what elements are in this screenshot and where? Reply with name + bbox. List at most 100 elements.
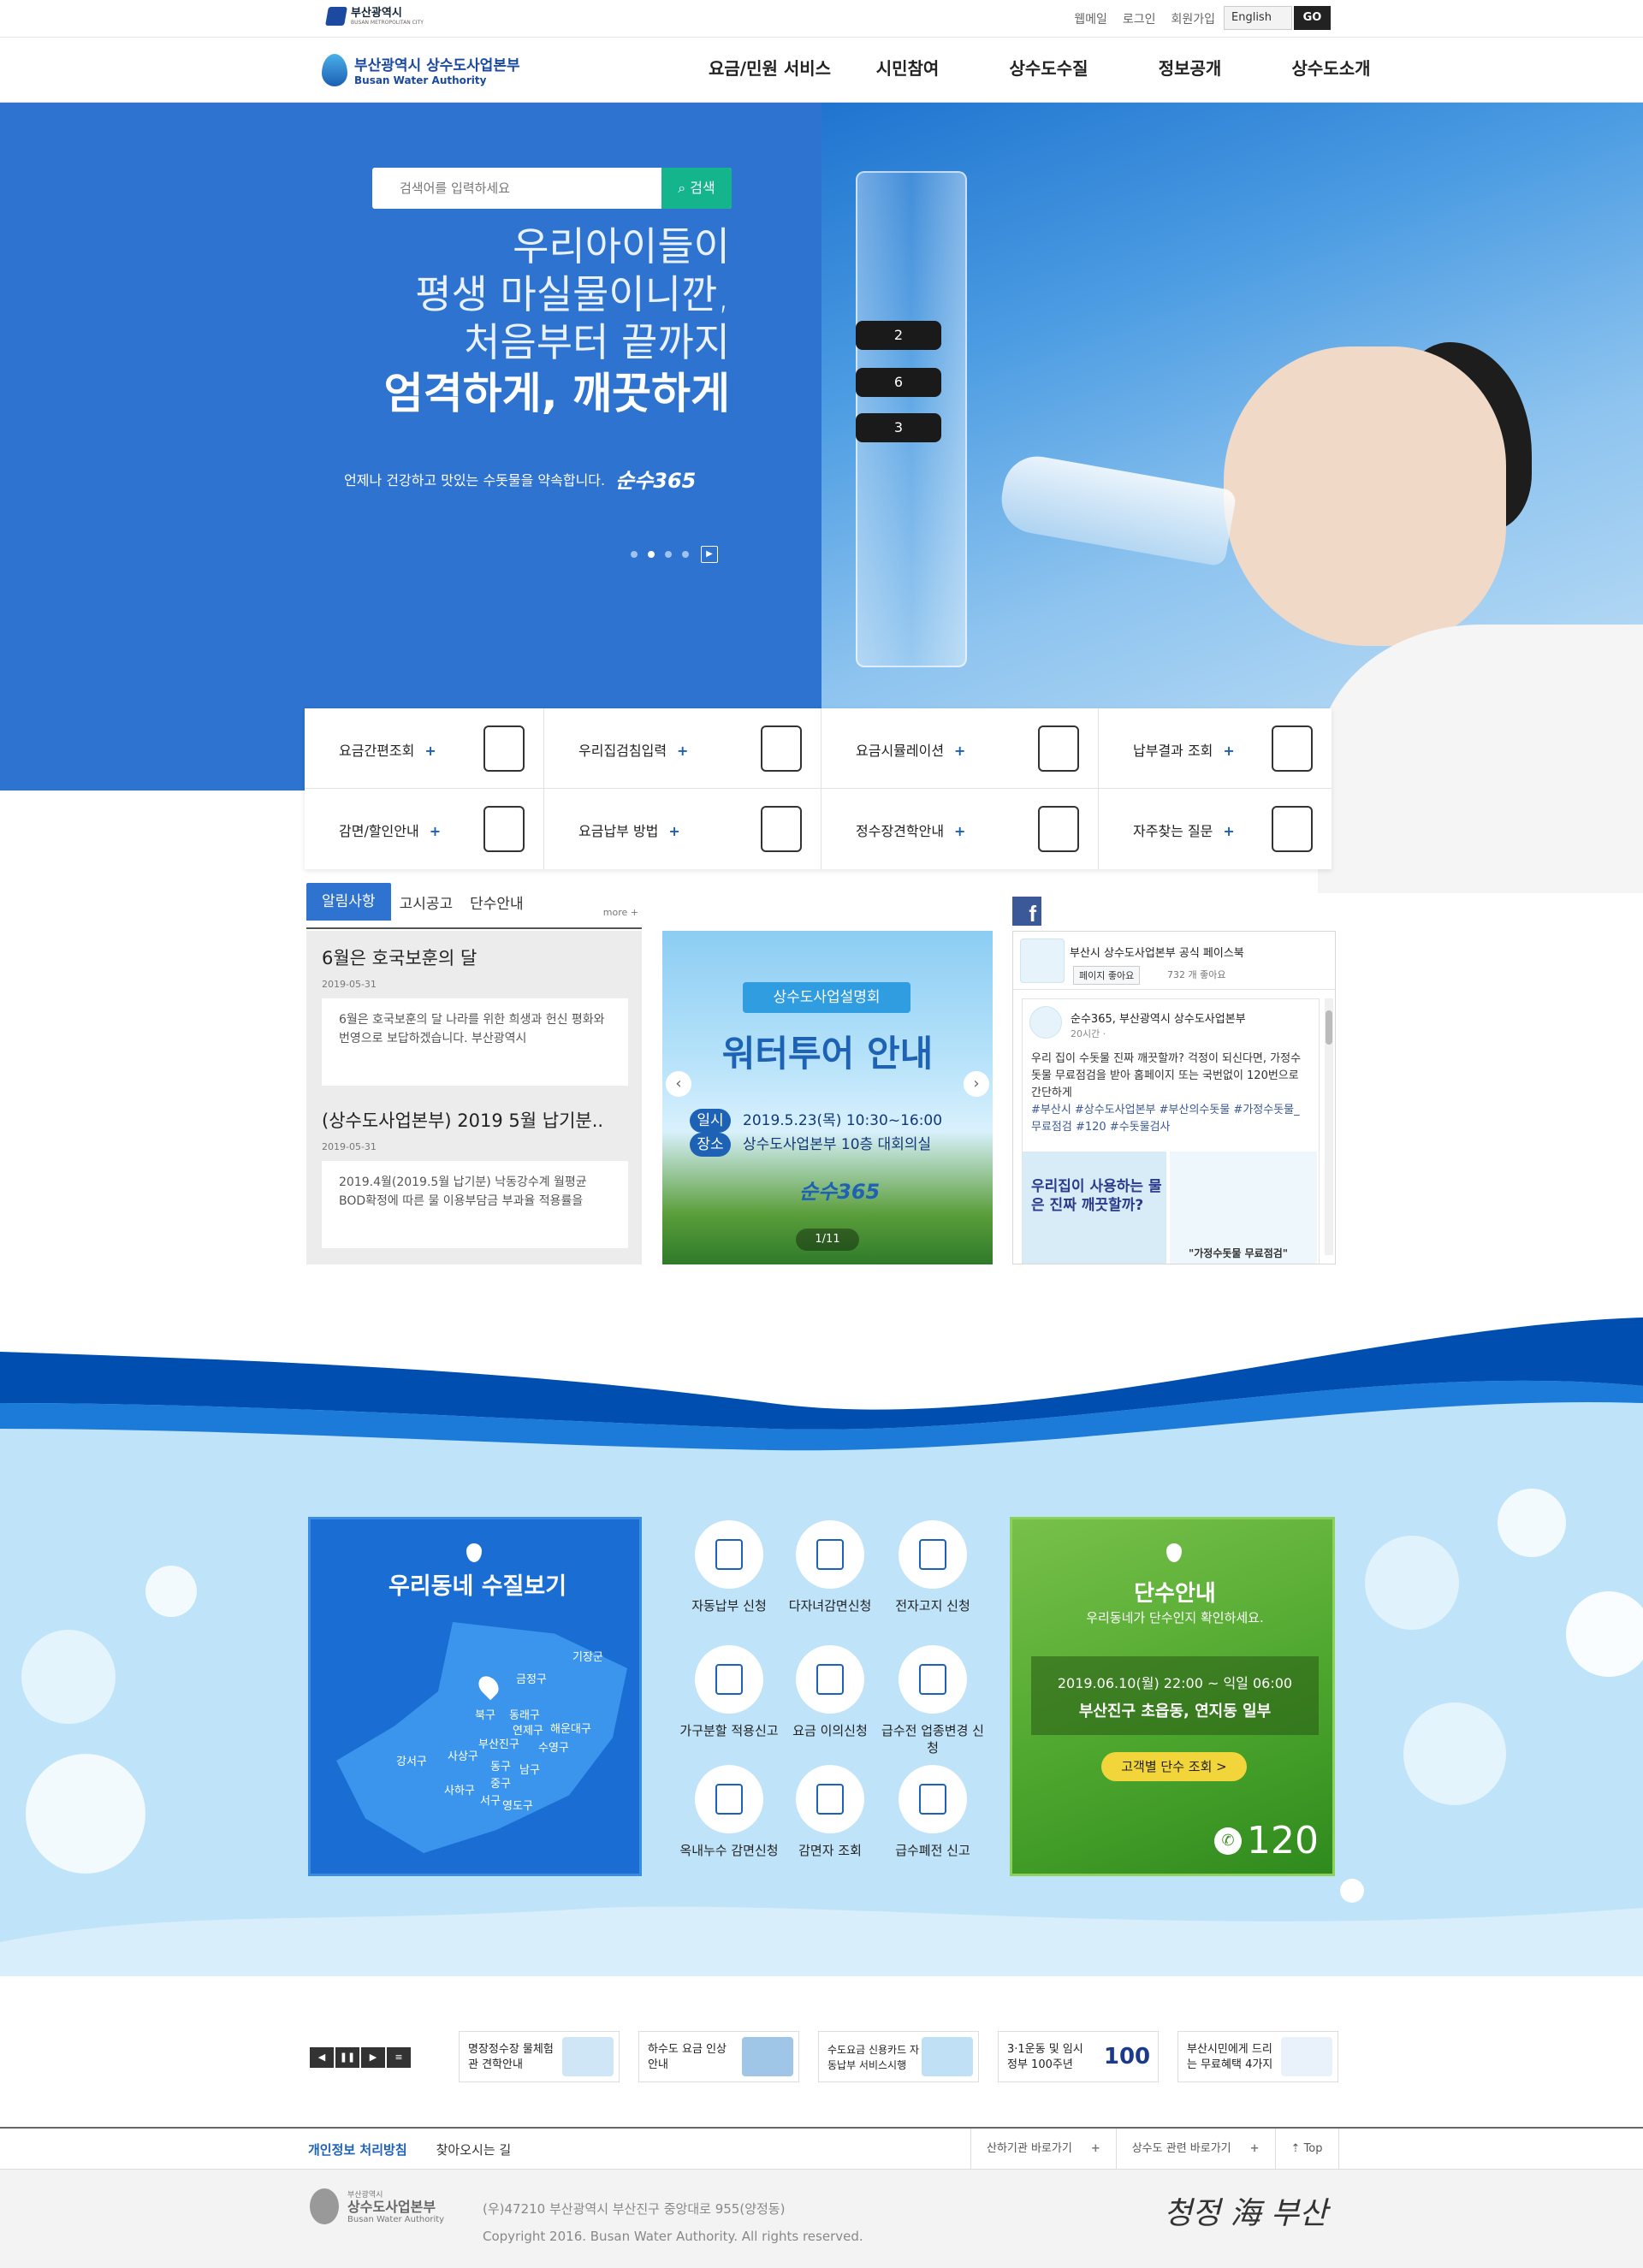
district-label[interactable]: 사하구 [444, 1781, 475, 1797]
water-drop-icon [466, 1543, 482, 1562]
related-banner[interactable]: 하수도 요금 인상 안내 [638, 2031, 799, 2082]
webmail-link[interactable]: 웹메일 [1074, 10, 1107, 27]
service-e-bill[interactable]: 전자고지 신청 [881, 1520, 984, 1614]
slide-dot-1[interactable] [631, 551, 638, 558]
service-household-split[interactable]: 가구분할 적용신고 [678, 1645, 780, 1739]
district-label[interactable]: 중구 [490, 1774, 511, 1791]
search-button[interactable]: ⌕ 검색 [661, 168, 732, 209]
outage-phone[interactable]: 120 [1247, 1819, 1319, 1862]
slide-dot-4[interactable] [682, 551, 689, 558]
slide-next-icon[interactable]: ▶ [701, 546, 718, 563]
quick-payment-result[interactable]: 납부결과 조회 + [1099, 708, 1332, 789]
service-closure[interactable]: 급수폐전 신고 [881, 1765, 984, 1859]
nav-information[interactable]: 정보공개 [1119, 55, 1260, 80]
quick-fee-inquiry[interactable]: 요금간편조회 + [305, 708, 544, 789]
service-leak-discount[interactable]: 옥내누수 감면신청 [678, 1765, 780, 1859]
district-label[interactable]: 영도구 [502, 1797, 533, 1813]
slide-dot-2[interactable] [648, 551, 655, 558]
notice-more-link[interactable]: more + [603, 907, 638, 918]
outage-lookup-button[interactable]: 고객별 단수 조회 > [1101, 1752, 1247, 1781]
district-label[interactable]: 수영구 [538, 1738, 569, 1755]
quick-plant-tour[interactable]: 정수장견학안내 + [822, 789, 1099, 869]
signup-link[interactable]: 회원가입 [1171, 10, 1215, 27]
district-label[interactable]: 강서구 [396, 1752, 427, 1768]
district-label[interactable]: 해운대구 [550, 1720, 591, 1736]
fb-post-tags[interactable]: #부산시 #상수도사업본부 #부산의수돗물 #가정수돗물_무료점검 #120 #… [1031, 1104, 1300, 1134]
notice-title[interactable]: (상수도사업본부) 2019 5월 납기분.. [322, 1107, 630, 1133]
quick-payment-method[interactable]: 요금납부 방법 + [544, 789, 822, 869]
district-label[interactable]: 동래구 [509, 1706, 540, 1722]
directions-link[interactable]: 찾아오시는 길 [436, 2141, 512, 2158]
district-label[interactable]: 북구 [475, 1706, 495, 1722]
district-label[interactable]: 금정구 [516, 1670, 547, 1686]
notice-item[interactable]: 6월은 호국보훈의 달 2019-05-31 6월은 호국보훈의 달 나라를 위… [322, 945, 630, 1086]
related-next-icon[interactable]: ▶ [361, 2047, 385, 2068]
event-banner[interactable]: 상수도사업설명회 워터투어 안내 일시 2019.5.23(목) 10:30~16… [662, 931, 993, 1264]
facebook-icon[interactable]: f [1012, 897, 1041, 927]
related-banner[interactable]: 수도요금 신용카드 자동납부 서비스시행 [818, 2031, 979, 2082]
site-logo[interactable]: 부산광역시 상수도사업본부 Busan Water Authority [322, 53, 520, 86]
related-banner[interactable]: 3·1운동 및 임시정부 100주년 100 [998, 2031, 1159, 2082]
water-related-dropdown[interactable]: 상수도 관련 바로가기 + [1115, 2129, 1275, 2170]
fb-page-name[interactable]: 부산시 상수도사업본부 공식 페이스북 [1070, 944, 1244, 960]
service-auto-payment[interactable]: 자동납부 신청 [678, 1520, 780, 1614]
notice-title[interactable]: 6월은 호국보훈의 달 [322, 945, 630, 970]
language-select[interactable]: English [1224, 6, 1292, 30]
search-input[interactable] [372, 168, 661, 209]
service-multi-child[interactable]: 다자녀감면신청 [779, 1520, 881, 1614]
related-prev-icon[interactable]: ◀ [310, 2047, 334, 2068]
related-pause-icon[interactable]: ❚❚ [335, 2047, 359, 2068]
quick-meter-input[interactable]: 우리집검침입력 + [544, 708, 822, 789]
district-label[interactable]: 동구 [490, 1757, 511, 1774]
fb-post-image-2[interactable]: "가정수돗물 무료점검" [1170, 1152, 1317, 1264]
notice-divider [306, 927, 642, 929]
slide-dot-3[interactable] [665, 551, 672, 558]
fb-post-image-1[interactable]: 우리집이 사용하는 물은 진짜 깨끗할까? [1023, 1152, 1166, 1264]
busan-city-logo[interactable]: 부산광역시 BUSAN METROPOLITAN CITY [325, 7, 424, 26]
language-go-button[interactable]: GO [1294, 6, 1331, 30]
quick-label: 자주찾는 질문 [1133, 823, 1213, 839]
related-banner[interactable]: 부산시민에게 드리는 무료혜택 4가지 [1177, 2031, 1338, 2082]
service-objection[interactable]: 요금 이의신청 [779, 1645, 881, 1739]
affiliates-dropdown[interactable]: 산하기관 바로가기 + [970, 2129, 1116, 2170]
service-business-change[interactable]: 급수전 업종변경 신청 [881, 1645, 984, 1756]
nav-water-quality[interactable]: 상수도수질 [978, 55, 1119, 80]
quick-discount[interactable]: 감면/할인안내 + [305, 789, 544, 869]
quick-label: 정수장견학안내 [856, 823, 945, 839]
login-link[interactable]: 로그인 [1123, 10, 1156, 27]
water-quality-map-card[interactable]: 우리동네 수질보기 기장군 금정구 북구 동래구 해운대구 연제구 수영구 강서… [308, 1517, 642, 1876]
top-button[interactable]: ⇡ Top [1274, 2129, 1339, 2170]
hero-line-1: 우리아이들이 [513, 223, 730, 269]
privacy-policy-link[interactable]: 개인정보 처리방침 [308, 2141, 407, 2158]
related-list-icon[interactable]: ≡ [387, 2047, 411, 2068]
district-label[interactable]: 부산진구 [478, 1735, 519, 1751]
fb-page-avatar[interactable] [1020, 939, 1065, 983]
banner-prev-icon[interactable]: ‹ [666, 1071, 691, 1097]
district-label[interactable]: 남구 [519, 1761, 540, 1777]
footer-nav: 개인정보 처리방침 찾아오시는 길 산하기관 바로가기 + 상수도 관련 바로가기… [0, 2127, 1643, 2170]
quick-fee-simulation[interactable]: 요금시뮬레이션 + [822, 708, 1099, 789]
notice-item[interactable]: (상수도사업본부) 2019 5월 납기분.. 2019-05-31 2019.… [322, 1107, 630, 1248]
fb-post-author[interactable]: 순수365, 부산광역시 상수도사업본부 [1071, 1010, 1246, 1026]
district-label[interactable]: 서구 [480, 1791, 501, 1808]
faucet-icon [1038, 806, 1079, 852]
fb-scroll-thumb[interactable] [1326, 1010, 1332, 1045]
fb-post-avatar[interactable] [1029, 1006, 1062, 1039]
calculator-icon [1038, 725, 1079, 772]
district-label[interactable]: 사상구 [448, 1747, 478, 1763]
quick-faq[interactable]: 자주찾는 질문 + [1099, 789, 1332, 869]
nav-about[interactable]: 상수도소개 [1260, 55, 1402, 80]
water-related-label: 상수도 관련 바로가기 [1131, 2142, 1231, 2155]
hand-won-icon [695, 1765, 763, 1833]
tab-announcement[interactable]: 고시공고 [391, 888, 462, 921]
nav-citizen[interactable]: 시민참여 [837, 55, 978, 80]
fb-like-button[interactable]: 페이지 좋아요 [1073, 966, 1141, 985]
tab-outage[interactable]: 단수안내 [461, 888, 532, 921]
tab-notice[interactable]: 알림사항 [306, 883, 391, 921]
nav-fee-service[interactable]: 요금/민원 서비스 [709, 55, 837, 80]
percent-phone-icon [483, 806, 525, 852]
related-banner[interactable]: 명장정수장 물체험관 견학안내 [459, 2031, 620, 2082]
district-label[interactable]: 기장군 [572, 1648, 603, 1664]
banner-next-icon[interactable]: › [964, 1071, 989, 1097]
service-discount-lookup[interactable]: 감면자 조회 [779, 1765, 881, 1859]
